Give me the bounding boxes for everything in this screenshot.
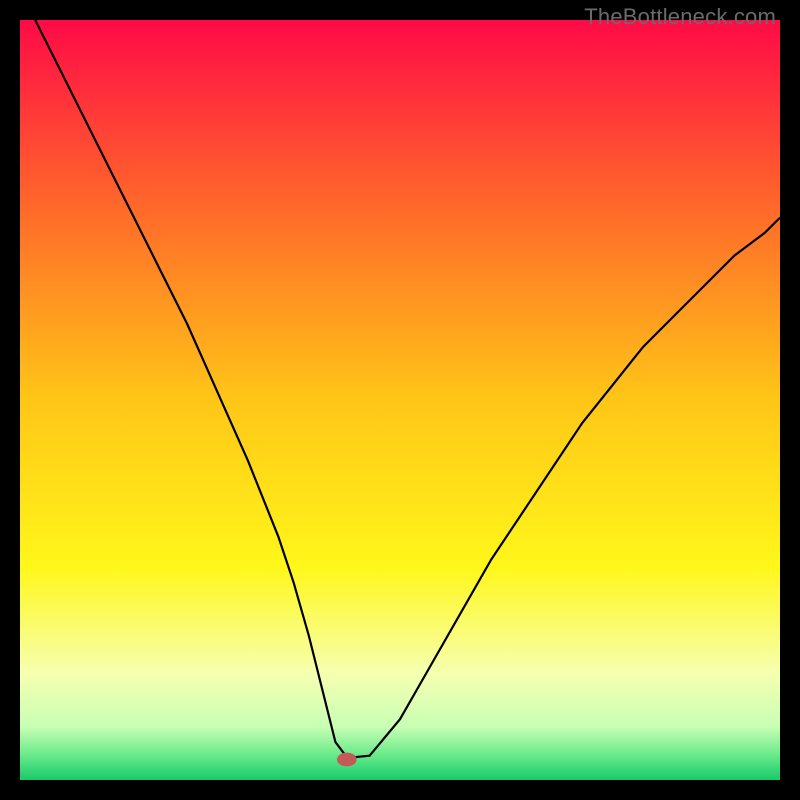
- bottleneck-chart: [20, 20, 780, 780]
- plot-area: [20, 20, 780, 780]
- chart-frame: TheBottleneck.com: [0, 0, 800, 800]
- optimal-point-marker: [337, 753, 357, 767]
- watermark-text: TheBottleneck.com: [584, 4, 776, 30]
- gradient-background: [20, 20, 780, 780]
